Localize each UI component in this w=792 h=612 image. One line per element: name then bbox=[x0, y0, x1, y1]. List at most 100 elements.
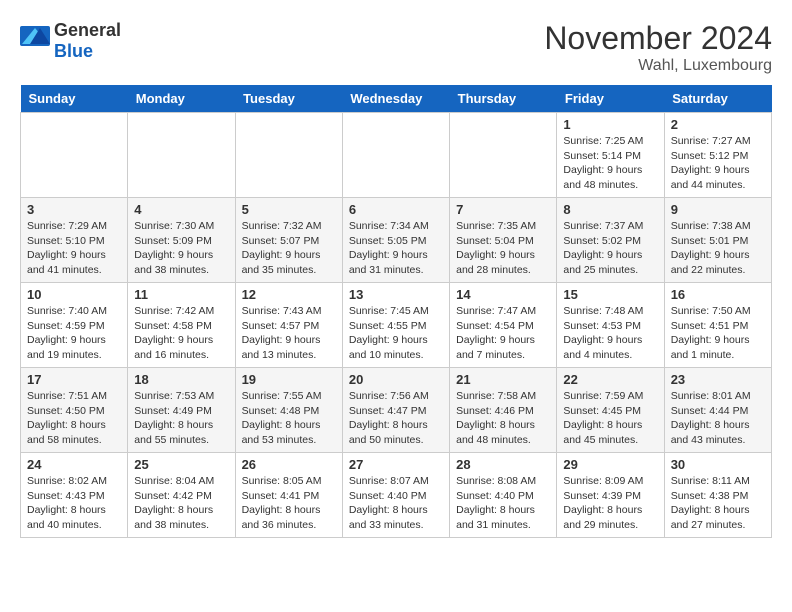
calendar-cell: 25 Sunrise: 8:04 AM Sunset: 4:42 PM Dayli… bbox=[128, 453, 235, 538]
day-info: Sunrise: 7:45 AM Sunset: 4:55 PM Dayligh… bbox=[349, 304, 443, 363]
logo: General Blue bbox=[20, 20, 121, 62]
page-header: General Blue November 2024 Wahl, Luxembo… bbox=[20, 20, 772, 75]
day-info: Sunrise: 7:25 AM Sunset: 5:14 PM Dayligh… bbox=[563, 134, 657, 193]
day-info: Sunrise: 7:55 AM Sunset: 4:48 PM Dayligh… bbox=[242, 389, 336, 448]
calendar-week-row: 10Sunrise: 7:40 AM Sunset: 4:59 PM Dayli… bbox=[21, 283, 772, 368]
day-info: Sunrise: 7:42 AM Sunset: 4:58 PM Dayligh… bbox=[134, 304, 228, 363]
calendar-cell: 6 Sunrise: 7:34 AM Sunset: 5:05 PM Daylig… bbox=[342, 198, 449, 283]
calendar-cell: 7 Sunrise: 7:35 AM Sunset: 5:04 PM Daylig… bbox=[450, 198, 557, 283]
calendar-cell bbox=[128, 113, 235, 198]
day-number: 8 bbox=[563, 202, 657, 217]
calendar-cell: 2Sunrise: 7:27 AM Sunset: 5:12 PM Daylig… bbox=[664, 113, 771, 198]
calendar-week-row: 17Sunrise: 7:51 AM Sunset: 4:50 PM Dayli… bbox=[21, 368, 772, 453]
calendar-header-row: SundayMondayTuesdayWednesdayThursdayFrid… bbox=[21, 85, 772, 113]
title-area: November 2024 Wahl, Luxembourg bbox=[544, 20, 772, 75]
day-info: Sunrise: 7:29 AM Sunset: 5:10 PM Dayligh… bbox=[27, 219, 121, 278]
calendar-cell: 8Sunrise: 7:37 AM Sunset: 5:02 PM Daylig… bbox=[557, 198, 664, 283]
day-number: 22 bbox=[563, 372, 657, 387]
day-info: Sunrise: 7:32 AM Sunset: 5:07 PM Dayligh… bbox=[242, 219, 336, 278]
day-info: Sunrise: 7:50 AM Sunset: 4:51 PM Dayligh… bbox=[671, 304, 765, 363]
calendar-cell bbox=[235, 113, 342, 198]
calendar-cell: 28 Sunrise: 8:08 AM Sunset: 4:40 PM Dayli… bbox=[450, 453, 557, 538]
day-number: 23 bbox=[671, 372, 765, 387]
location-title: Wahl, Luxembourg bbox=[544, 57, 772, 75]
day-of-week-header: Thursday bbox=[450, 85, 557, 113]
day-number: 27 bbox=[349, 457, 443, 472]
calendar-cell: 16 Sunrise: 7:50 AM Sunset: 4:51 PM Dayli… bbox=[664, 283, 771, 368]
day-number: 20 bbox=[349, 372, 443, 387]
calendar-cell: 10Sunrise: 7:40 AM Sunset: 4:59 PM Dayli… bbox=[21, 283, 128, 368]
day-number: 21 bbox=[456, 372, 550, 387]
day-info: Sunrise: 8:11 AM Sunset: 4:38 PM Dayligh… bbox=[671, 474, 765, 533]
day-info: Sunrise: 7:53 AM Sunset: 4:49 PM Dayligh… bbox=[134, 389, 228, 448]
calendar-cell: 22 Sunrise: 7:59 AM Sunset: 4:45 PM Dayli… bbox=[557, 368, 664, 453]
day-info: Sunrise: 7:58 AM Sunset: 4:46 PM Dayligh… bbox=[456, 389, 550, 448]
calendar-cell: 17Sunrise: 7:51 AM Sunset: 4:50 PM Dayli… bbox=[21, 368, 128, 453]
calendar-cell: 19 Sunrise: 7:55 AM Sunset: 4:48 PM Dayli… bbox=[235, 368, 342, 453]
day-info: Sunrise: 8:02 AM Sunset: 4:43 PM Dayligh… bbox=[27, 474, 121, 533]
day-of-week-header: Friday bbox=[557, 85, 664, 113]
day-number: 16 bbox=[671, 287, 765, 302]
day-number: 1 bbox=[563, 117, 657, 132]
day-info: Sunrise: 7:34 AM Sunset: 5:05 PM Dayligh… bbox=[349, 219, 443, 278]
day-number: 13 bbox=[349, 287, 443, 302]
day-number: 30 bbox=[671, 457, 765, 472]
day-info: Sunrise: 7:48 AM Sunset: 4:53 PM Dayligh… bbox=[563, 304, 657, 363]
calendar-cell: 15 Sunrise: 7:48 AM Sunset: 4:53 PM Dayli… bbox=[557, 283, 664, 368]
day-number: 28 bbox=[456, 457, 550, 472]
calendar-table: SundayMondayTuesdayWednesdayThursdayFrid… bbox=[20, 85, 772, 538]
day-number: 11 bbox=[134, 287, 228, 302]
day-info: Sunrise: 8:09 AM Sunset: 4:39 PM Dayligh… bbox=[563, 474, 657, 533]
calendar-cell: 13 Sunrise: 7:45 AM Sunset: 4:55 PM Dayli… bbox=[342, 283, 449, 368]
calendar-cell bbox=[450, 113, 557, 198]
day-info: Sunrise: 8:08 AM Sunset: 4:40 PM Dayligh… bbox=[456, 474, 550, 533]
calendar-cell: 4 Sunrise: 7:30 AM Sunset: 5:09 PM Daylig… bbox=[128, 198, 235, 283]
calendar-cell: 23 Sunrise: 8:01 AM Sunset: 4:44 PM Dayli… bbox=[664, 368, 771, 453]
day-of-week-header: Saturday bbox=[664, 85, 771, 113]
logo-text: General Blue bbox=[54, 20, 121, 62]
calendar-cell: 9 Sunrise: 7:38 AM Sunset: 5:01 PM Daylig… bbox=[664, 198, 771, 283]
day-number: 14 bbox=[456, 287, 550, 302]
calendar-cell: 14 Sunrise: 7:47 AM Sunset: 4:54 PM Dayli… bbox=[450, 283, 557, 368]
day-info: Sunrise: 8:07 AM Sunset: 4:40 PM Dayligh… bbox=[349, 474, 443, 533]
day-info: Sunrise: 7:30 AM Sunset: 5:09 PM Dayligh… bbox=[134, 219, 228, 278]
day-info: Sunrise: 8:05 AM Sunset: 4:41 PM Dayligh… bbox=[242, 474, 336, 533]
day-number: 24 bbox=[27, 457, 121, 472]
calendar-cell: 26Sunrise: 8:05 AM Sunset: 4:41 PM Dayli… bbox=[235, 453, 342, 538]
calendar-cell: 11 Sunrise: 7:42 AM Sunset: 4:58 PM Dayli… bbox=[128, 283, 235, 368]
day-info: Sunrise: 7:47 AM Sunset: 4:54 PM Dayligh… bbox=[456, 304, 550, 363]
day-number: 2 bbox=[671, 117, 765, 132]
logo-blue: Blue bbox=[54, 41, 93, 61]
calendar-cell: 29 Sunrise: 8:09 AM Sunset: 4:39 PM Dayli… bbox=[557, 453, 664, 538]
day-number: 25 bbox=[134, 457, 228, 472]
day-info: Sunrise: 7:56 AM Sunset: 4:47 PM Dayligh… bbox=[349, 389, 443, 448]
day-number: 18 bbox=[134, 372, 228, 387]
day-number: 9 bbox=[671, 202, 765, 217]
calendar-cell: 18 Sunrise: 7:53 AM Sunset: 4:49 PM Dayli… bbox=[128, 368, 235, 453]
day-number: 19 bbox=[242, 372, 336, 387]
day-info: Sunrise: 7:40 AM Sunset: 4:59 PM Dayligh… bbox=[27, 304, 121, 363]
calendar-week-row: 24 Sunrise: 8:02 AM Sunset: 4:43 PM Dayli… bbox=[21, 453, 772, 538]
day-number: 3 bbox=[27, 202, 121, 217]
logo-general: General bbox=[54, 20, 121, 40]
day-of-week-header: Sunday bbox=[21, 85, 128, 113]
day-number: 6 bbox=[349, 202, 443, 217]
day-of-week-header: Tuesday bbox=[235, 85, 342, 113]
day-of-week-header: Monday bbox=[128, 85, 235, 113]
day-number: 29 bbox=[563, 457, 657, 472]
day-info: Sunrise: 8:04 AM Sunset: 4:42 PM Dayligh… bbox=[134, 474, 228, 533]
day-info: Sunrise: 7:35 AM Sunset: 5:04 PM Dayligh… bbox=[456, 219, 550, 278]
calendar-cell: 20 Sunrise: 7:56 AM Sunset: 4:47 PM Dayli… bbox=[342, 368, 449, 453]
calendar-cell: 5Sunrise: 7:32 AM Sunset: 5:07 PM Daylig… bbox=[235, 198, 342, 283]
calendar-cell: 12Sunrise: 7:43 AM Sunset: 4:57 PM Dayli… bbox=[235, 283, 342, 368]
day-number: 4 bbox=[134, 202, 228, 217]
day-number: 17 bbox=[27, 372, 121, 387]
day-info: Sunrise: 7:38 AM Sunset: 5:01 PM Dayligh… bbox=[671, 219, 765, 278]
calendar-cell bbox=[21, 113, 128, 198]
day-number: 15 bbox=[563, 287, 657, 302]
day-info: Sunrise: 8:01 AM Sunset: 4:44 PM Dayligh… bbox=[671, 389, 765, 448]
day-info: Sunrise: 7:43 AM Sunset: 4:57 PM Dayligh… bbox=[242, 304, 336, 363]
calendar-cell: 27 Sunrise: 8:07 AM Sunset: 4:40 PM Dayli… bbox=[342, 453, 449, 538]
day-number: 7 bbox=[456, 202, 550, 217]
day-info: Sunrise: 7:59 AM Sunset: 4:45 PM Dayligh… bbox=[563, 389, 657, 448]
